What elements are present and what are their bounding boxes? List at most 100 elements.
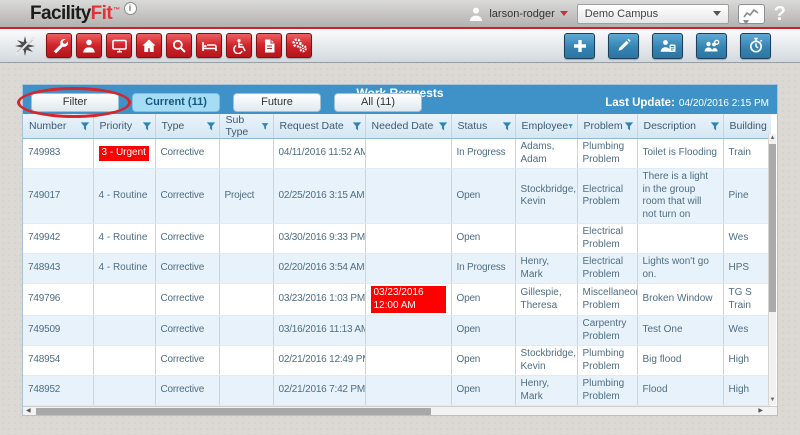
- filter-funnel-icon[interactable]: [438, 121, 448, 132]
- cell-problem: Electrical Problem: [576, 223, 637, 254]
- cell-description: Toilet is Flooding: [636, 138, 723, 169]
- horizontal-scrollbar[interactable]: ◀ ▶: [23, 406, 777, 415]
- cell-priority: 4 - Routine: [92, 223, 155, 254]
- vertical-scroll-thumb[interactable]: [769, 144, 776, 313]
- table-row[interactable]: 749509 Corrective 03/16/2016 11:13 AM Open C…: [23, 315, 771, 346]
- settings-button[interactable]: [286, 33, 312, 58]
- cell-needed_date: [364, 315, 451, 346]
- column-header-number[interactable]: Number: [23, 114, 93, 139]
- cell-needed_date: [364, 138, 451, 169]
- accessibility-button[interactable]: [226, 33, 252, 58]
- cell-status: Open: [450, 375, 515, 406]
- column-header-request_date[interactable]: Request Date: [272, 114, 365, 139]
- filter-funnel-icon[interactable]: [206, 121, 216, 132]
- work-orders-button[interactable]: [46, 33, 72, 58]
- column-header-building[interactable]: Building: [722, 114, 771, 139]
- tab-current[interactable]: Current (11): [132, 93, 220, 112]
- cell-status: In Progress: [450, 253, 515, 284]
- filter-funnel-icon[interactable]: [80, 121, 90, 132]
- logo-fit: Fit: [90, 2, 113, 24]
- column-header-employee[interactable]: Employee: [514, 114, 577, 139]
- column-label: Building: [729, 120, 767, 132]
- tab-all[interactable]: All (11): [334, 93, 422, 112]
- table-row[interactable]: 749017 4 - Routine Corrective Project 02/25/…: [23, 168, 771, 224]
- filter-funnel-icon[interactable]: [624, 121, 634, 132]
- equipment-button[interactable]: [106, 33, 132, 58]
- help-button[interactable]: ?: [774, 4, 786, 24]
- reports-button[interactable]: [256, 33, 282, 58]
- cell-needed_date: [364, 168, 451, 224]
- campus-select[interactable]: Demo Campus: [576, 3, 729, 24]
- cell-status: Open: [450, 283, 515, 316]
- table-header-row: Number Priority Type Sub Type Request Date Ne…: [23, 114, 771, 139]
- cell-number: 749983: [23, 138, 93, 169]
- facilities-button[interactable]: [136, 33, 162, 58]
- cell-request_date: 02/21/2016 12:49 PM: [272, 345, 365, 376]
- cell-request_date: 02/25/2016 3:15 AM: [272, 168, 365, 224]
- vertical-scrollbar[interactable]: ▲ ▼: [768, 134, 776, 405]
- cell-building: High: [722, 375, 771, 406]
- settings-gears-icon: [291, 37, 308, 54]
- app-logo: Facility Fit ™: [30, 3, 120, 25]
- tab-future[interactable]: Future: [233, 93, 321, 112]
- team-button[interactable]: [696, 32, 727, 59]
- scroll-right-icon[interactable]: ▶: [758, 407, 763, 416]
- column-header-needed_date[interactable]: Needed Date: [364, 114, 451, 139]
- column-header-type[interactable]: Type: [154, 114, 219, 139]
- flash-icon[interactable]: [12, 33, 38, 59]
- scroll-up-icon[interactable]: ▲: [769, 134, 776, 143]
- campus-caret-icon: [712, 11, 721, 16]
- cell-description: Big flood: [636, 345, 723, 376]
- table-row[interactable]: 748952 Corrective 02/21/2016 7:42 PM Open He…: [23, 375, 771, 406]
- info-icon[interactable]: i: [123, 2, 137, 15]
- filter-funnel-icon[interactable]: [352, 121, 362, 132]
- cell-employee: Stockbridge, Kevin: [514, 168, 577, 224]
- cell-sub_type: [218, 138, 273, 169]
- table-row[interactable]: 748954 Corrective 02/21/2016 12:49 PM Open S…: [23, 345, 771, 376]
- filter-funnel-icon[interactable]: [261, 121, 269, 132]
- cell-problem: Carpentry Problem: [576, 315, 637, 346]
- table-row[interactable]: 749942 4 - Routine Corrective 03/30/2016 9:…: [23, 223, 771, 254]
- scroll-left-icon[interactable]: ◀: [26, 407, 31, 416]
- add-request-button[interactable]: [564, 32, 595, 59]
- chart-bubble-icon: [743, 8, 759, 18]
- assign-work-button[interactable]: [652, 32, 683, 59]
- cell-type: Corrective: [154, 253, 219, 284]
- cell-priority: [92, 283, 155, 316]
- filter-funnel-icon[interactable]: [568, 121, 574, 132]
- cell-status: Open: [450, 168, 515, 224]
- cell-type: Corrective: [154, 138, 219, 169]
- cell-employee: [514, 223, 577, 254]
- table-row[interactable]: 749796 Corrective 03/23/2016 1:03 PM 03/23/…: [23, 283, 771, 316]
- cell-building: Train: [722, 138, 771, 169]
- filter-funnel-icon[interactable]: [142, 121, 152, 132]
- personnel-button[interactable]: [76, 33, 102, 58]
- column-label: Employee: [521, 120, 569, 132]
- last-update-value: 04/20/2016 2:15 PM: [678, 97, 769, 109]
- cell-priority: 3 - Urgent: [92, 138, 155, 169]
- column-header-priority[interactable]: Priority: [92, 114, 155, 139]
- column-header-description[interactable]: Description: [636, 114, 723, 139]
- scroll-down-icon[interactable]: ▼: [769, 396, 776, 405]
- timer-button[interactable]: [740, 32, 771, 59]
- feedback-bubble-button[interactable]: [737, 3, 765, 25]
- filter-funnel-icon[interactable]: [710, 121, 720, 132]
- table-row[interactable]: 748943 4 - Routine Corrective 02/20/2016 3:…: [23, 253, 771, 284]
- filter-funnel-icon[interactable]: [502, 121, 512, 132]
- main-toolbar: [0, 29, 800, 63]
- edit-request-button[interactable]: [608, 32, 639, 59]
- cell-request_date: 04/11/2016 11:52 AM: [272, 138, 365, 169]
- search-button[interactable]: [166, 33, 192, 58]
- filter-button[interactable]: Filter: [31, 93, 119, 112]
- cell-number: 748952: [23, 375, 93, 406]
- user-menu[interactable]: larson-rodger: [468, 6, 568, 22]
- cell-sub_type: [218, 253, 273, 284]
- horizontal-scroll-thumb[interactable]: [36, 408, 431, 415]
- column-header-sub_type[interactable]: Sub Type: [218, 114, 273, 139]
- table-row[interactable]: 749983 3 - Urgent Corrective 04/11/2016 11:…: [23, 138, 771, 169]
- column-header-problem[interactable]: Problem: [576, 114, 637, 139]
- top-bar: Facility Fit ™ i larson-rodger Demo Campus…: [0, 0, 800, 27]
- column-header-status[interactable]: Status: [450, 114, 515, 139]
- rooms-button[interactable]: [196, 33, 222, 58]
- cell-number: 748954: [23, 345, 93, 376]
